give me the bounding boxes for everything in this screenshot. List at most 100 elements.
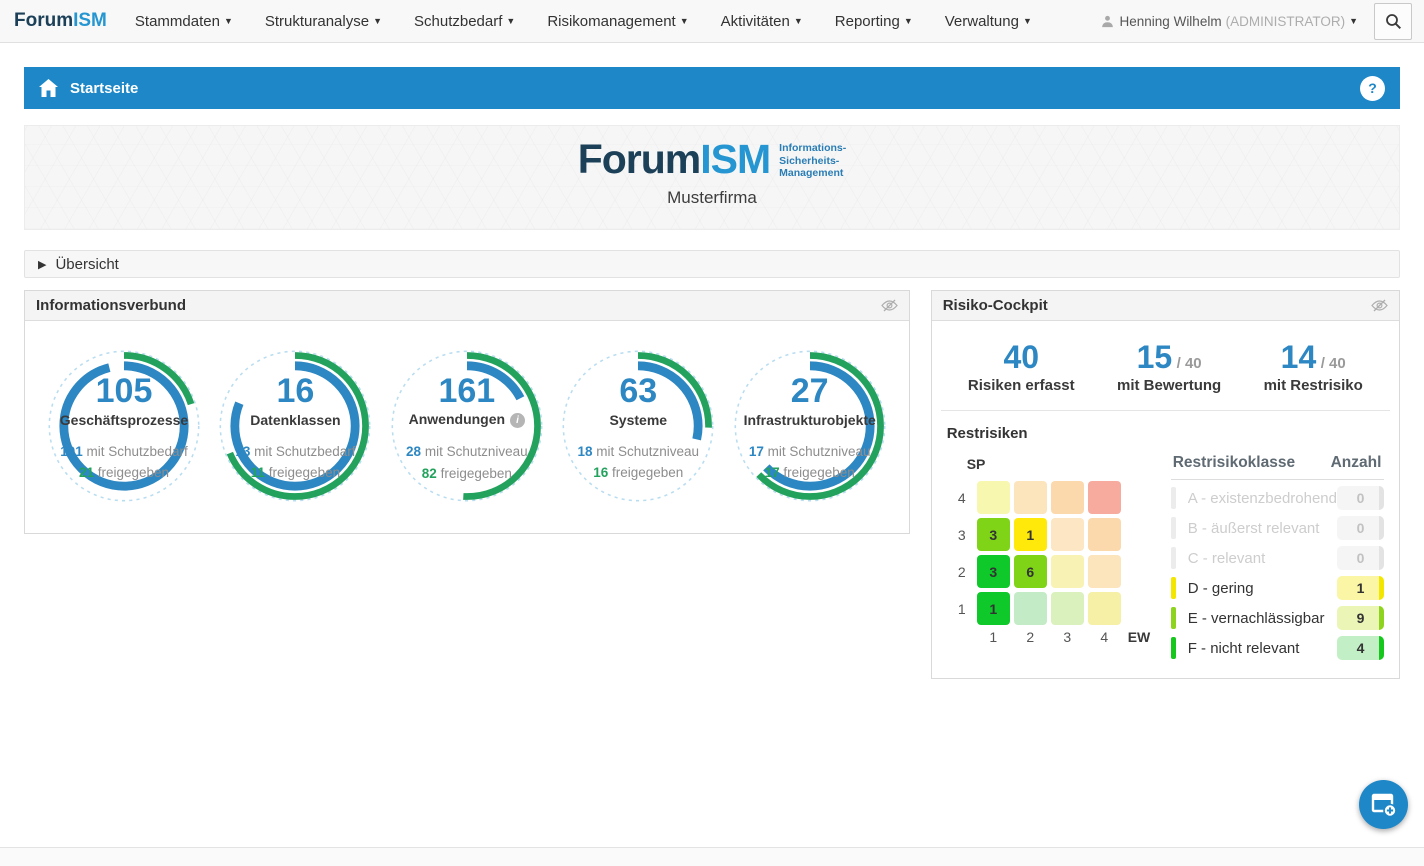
company-banner: ForumISM Informations- Sicherheits- Mana… — [24, 125, 1400, 230]
menu-aktivitaeten[interactable]: Aktivitäten▼ — [721, 13, 803, 30]
widget-infrastrukturobjekte: 27 Infrastrukturobjekte 17 mit Schutzniv… — [727, 343, 893, 509]
menu-stammdaten[interactable]: Stammdaten▼ — [135, 13, 233, 30]
class-row-d: D - gering 1 — [1171, 576, 1384, 600]
widget-label: Anwendungeni — [409, 411, 525, 428]
matrix-cell — [1051, 555, 1084, 588]
class-color-bar — [1171, 637, 1176, 659]
class-row-e: E - vernachlässigbar 9 — [1171, 606, 1384, 630]
count-badge: 0 — [1337, 546, 1384, 570]
class-color-bar — [1171, 577, 1176, 599]
banner-logo: ForumISM — [578, 139, 770, 180]
widget-value: 27 — [791, 374, 829, 410]
banner-logo-row: ForumISM Informations- Sicherheits- Mana… — [25, 126, 1399, 180]
restrisiken-title: Restrisiken — [947, 425, 1384, 442]
widget-stats: 13 mit Schutzbedarf 11 freigegeben — [235, 441, 355, 484]
menu-risikomanagement[interactable]: Risikomanagement▼ — [547, 13, 688, 30]
overview-label: Übersicht — [55, 256, 118, 273]
widget-value: 63 — [619, 374, 657, 410]
matrix-row: 1 1 — [951, 592, 1155, 625]
menu-strukturanalyse[interactable]: Strukturanalyse▼ — [265, 13, 382, 30]
matrix-cell — [1014, 592, 1047, 625]
user-menu[interactable]: Henning Wilhelm (ADMINISTRATOR) ▼ — [1101, 14, 1358, 29]
matrix-cell — [1051, 592, 1084, 625]
class-color-bar — [1171, 517, 1176, 539]
widget-geschaeftsprozesse: 105 Geschäftsprozesse 101 mit Schutzbeda… — [41, 343, 207, 509]
widget-label: Datenklassen — [250, 412, 340, 428]
informationsverbund-panel: Informationsverbund 105 Geschäftsprozess… — [24, 290, 910, 534]
risk-summary-stats: 40 Risiken erfasst 15 / 40 mit Bewertung… — [941, 321, 1390, 411]
menu-schutzbedarf[interactable]: Schutzbedarf▼ — [414, 13, 515, 30]
add-window-icon — [1370, 793, 1397, 817]
widget-value: 16 — [277, 374, 315, 410]
banner-subtitle: Informations- Sicherheits- Management — [779, 139, 846, 180]
risk-matrix: SP 4 3 3 1 — [947, 454, 1155, 660]
count-badge: 9 — [1337, 606, 1384, 630]
table-header: Restrisikoklasse Anzahl — [1171, 454, 1384, 480]
dashboard-panels: Informationsverbund 105 Geschäftsprozess… — [24, 290, 1400, 679]
risiko-cockpit-panel: Risiko-Cockpit 40 Risiken erfasst 15 / 4… — [931, 290, 1400, 679]
widget-stats: 18 mit Schutzniveau 16 freigegeben — [577, 441, 699, 484]
chevron-down-icon: ▼ — [794, 16, 803, 26]
matrix-cell — [1088, 518, 1121, 551]
count-badge: 0 — [1337, 486, 1384, 510]
overview-toggle[interactable]: ▶ Übersicht — [24, 250, 1400, 278]
app-logo[interactable]: ForumISM — [14, 10, 107, 32]
x-axis-label: EW — [1128, 629, 1151, 645]
matrix-cell: 3 — [977, 518, 1010, 551]
hide-panel-button[interactable] — [881, 299, 898, 312]
user-role: (ADMINISTRATOR) — [1226, 14, 1346, 29]
matrix-row: 2 3 6 — [951, 555, 1155, 588]
matrix-cell: 3 — [977, 555, 1010, 588]
menu-reporting[interactable]: Reporting▼ — [835, 13, 913, 30]
home-icon[interactable] — [39, 79, 58, 97]
person-icon — [1101, 15, 1114, 28]
widget-stats: 28 mit Schutzniveau 82 freigegeben — [406, 441, 528, 484]
widget-datenklassen: 16 Datenklassen 13 mit Schutzbedarf 11 f… — [212, 343, 378, 509]
widget-label: Infrastrukturobjekte — [744, 412, 876, 428]
class-color-bar — [1171, 547, 1176, 569]
widget-stats: 17 mit Schutzniveau 17 freigegeben — [749, 441, 871, 484]
matrix-cell — [1051, 481, 1084, 514]
count-badge: 1 — [1337, 576, 1384, 600]
chevron-down-icon: ▼ — [680, 16, 689, 26]
risiko-cockpit-header: Risiko-Cockpit — [932, 291, 1399, 321]
class-color-bar — [1171, 607, 1176, 629]
search-button[interactable] — [1374, 3, 1412, 40]
top-navbar: ForumISM Stammdaten▼ Strukturanalyse▼ Sc… — [0, 0, 1424, 43]
x-axis-labels: 1 2 3 4 EW — [973, 629, 1155, 645]
matrix-cell: 1 — [977, 592, 1010, 625]
add-entry-fab[interactable] — [1359, 780, 1408, 829]
stat-mit-bewertung: 15 / 40 mit Bewertung — [1117, 341, 1221, 394]
y-axis-label: SP — [967, 456, 1155, 472]
page-titlebar: Startseite ? — [24, 67, 1400, 109]
hide-panel-button[interactable] — [1371, 299, 1388, 312]
matrix-cell — [977, 481, 1010, 514]
matrix-cell: 6 — [1014, 555, 1047, 588]
widget-label: Systeme — [609, 412, 667, 428]
main-menu: Stammdaten▼ Strukturanalyse▼ Schutzbedar… — [135, 13, 1032, 30]
matrix-cell — [1088, 481, 1121, 514]
matrix-cell — [1088, 555, 1121, 588]
matrix-row: 3 3 1 — [951, 518, 1155, 551]
informationsverbund-body: 105 Geschäftsprozesse 101 mit Schutzbeda… — [25, 321, 909, 533]
help-button[interactable]: ? — [1360, 76, 1385, 101]
class-color-bar — [1171, 487, 1176, 509]
matrix-cell — [1088, 592, 1121, 625]
matrix-cell: 1 — [1014, 518, 1047, 551]
widget-label: Geschäftsprozesse — [60, 412, 188, 428]
info-icon[interactable]: i — [510, 413, 525, 428]
class-row-a: A - existenzbedrohend 0 — [1171, 486, 1384, 510]
eye-slash-icon — [1371, 299, 1388, 312]
chevron-down-icon: ▼ — [224, 16, 233, 26]
count-badge: 0 — [1337, 516, 1384, 540]
widget-anwendungen: 161 Anwendungeni 28 mit Schutzniveau 82 … — [384, 343, 550, 509]
class-row-c: C - relevant 0 — [1171, 546, 1384, 570]
matrix-cell — [1014, 481, 1047, 514]
widget-stats: 101 mit Schutzbedarf 21 freigegeben — [60, 441, 188, 484]
count-badge: 4 — [1337, 636, 1384, 660]
user-name: Henning Wilhelm — [1120, 14, 1222, 29]
chevron-down-icon: ▼ — [1023, 16, 1032, 26]
restrisiken-section: Restrisiken SP 4 3 3 1 — [932, 411, 1399, 678]
restrisikoklasse-table: Restrisikoklasse Anzahl A - existenzbedr… — [1171, 454, 1384, 660]
menu-verwaltung[interactable]: Verwaltung▼ — [945, 13, 1032, 30]
